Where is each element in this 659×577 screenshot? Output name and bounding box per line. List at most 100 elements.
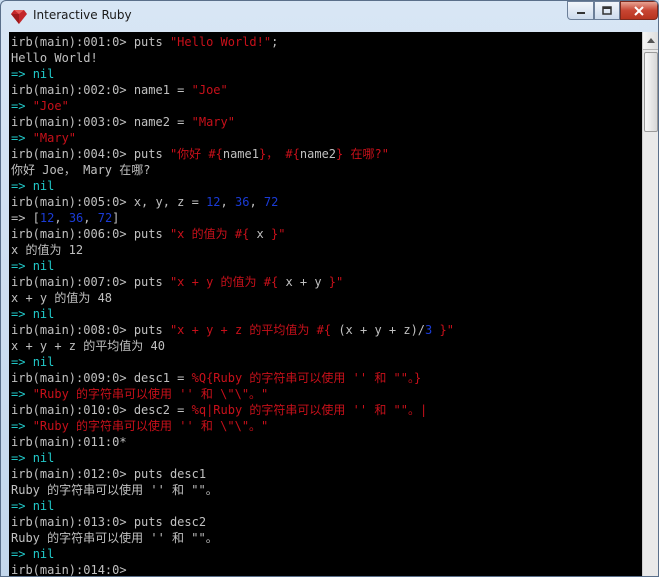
console-text: irb(main):008:0> puts: [11, 323, 170, 337]
console-line: x + y 的值为 48: [11, 290, 454, 306]
console-text: ;: [271, 35, 279, 49]
console-text: Hello World!: [11, 51, 98, 65]
console-line: => "Ruby 的字符串可以使用 '' 和 \"\"。": [11, 386, 454, 402]
console-line: => [12, 36, 72]: [11, 210, 454, 226]
console-text: 12: [39, 211, 55, 225]
console-text: 12: [206, 195, 221, 209]
console-text: 36: [68, 211, 84, 225]
console-line: Ruby 的字符串可以使用 '' 和 ""。: [11, 530, 454, 546]
console-line: irb(main):006:0> puts "x 的值为 #{ x }": [11, 226, 454, 242]
console-text: }": [432, 323, 454, 337]
console-text: =>: [11, 499, 33, 513]
console-line: => "Ruby 的字符串可以使用 '' 和 \"\"。": [11, 418, 454, 434]
console-text: "x + y 的值为 #{: [169, 275, 286, 289]
irb-window: Interactive Ruby irb(main):001:0> puts "…: [0, 0, 659, 577]
console-line: => nil: [11, 354, 454, 370]
console-text: ,: [249, 195, 264, 209]
console-text: name2: [299, 147, 337, 161]
console-text: =>: [11, 99, 33, 113]
console-lines: irb(main):001:0> puts "Hello World!"; Hel…: [11, 34, 454, 576]
console-text: %q|Ruby 的字符串可以使用 '' 和 ""。|: [191, 403, 428, 417]
console-text: "Ruby 的字符串可以使用 '' 和 \"\"。": [32, 419, 269, 433]
title-bar[interactable]: Interactive Ruby: [1, 1, 658, 31]
console-text: =>: [11, 547, 33, 561]
console-text: =>: [11, 307, 33, 321]
console-text: irb(main):001:0> puts: [11, 35, 170, 49]
console-text: =>: [11, 419, 33, 433]
console-text: name1: [222, 147, 259, 161]
console-text: }": [321, 275, 344, 289]
console-text: irb(main):010:0> desc2 =: [11, 403, 192, 417]
console-text: x + y: [285, 275, 322, 289]
close-button[interactable]: [620, 1, 658, 20]
console-line: irb(main):012:0> puts desc1: [11, 466, 454, 482]
minimize-button[interactable]: [567, 1, 594, 20]
console-text: =>: [11, 259, 33, 273]
console-line: => nil: [11, 498, 454, 514]
console-line: irb(main):011:0*: [11, 434, 454, 450]
console-text: "Mary": [191, 115, 235, 129]
console-text: "Hello World!": [169, 35, 272, 49]
vertical-scrollbar[interactable]: [642, 32, 658, 576]
console-text: %Q{Ruby 的字符串可以使用 '' 和 ""。}: [191, 371, 422, 385]
console-text: nil: [32, 259, 55, 273]
console-text: ,: [54, 211, 69, 225]
console-line: irb(main):004:0> puts "你好 #{name1}， #{na…: [11, 146, 454, 162]
console-line: => nil: [11, 306, 454, 322]
console-line: irb(main):002:0> name1 = "Joe": [11, 82, 454, 98]
console-text: irb(main):005:0> x, y, z =: [11, 195, 207, 209]
console-text: nil: [32, 67, 55, 81]
console-text: "Mary": [32, 131, 77, 145]
console-text: Ruby 的字符串可以使用 '' 和 ""。: [11, 531, 218, 545]
console-text: Ruby 的字符串可以使用 '' 和 ""。: [11, 483, 218, 497]
console-line: => nil: [11, 450, 454, 466]
console-line: => nil: [11, 178, 454, 194]
minimize-icon: [576, 11, 585, 14]
console-text: "x 的值为 #{: [169, 227, 257, 241]
console-text: =>: [11, 451, 33, 465]
console-text: (x + y + z)/: [338, 323, 426, 337]
console-text: "Joe": [191, 83, 228, 97]
console-text: nil: [32, 307, 55, 321]
console-line: 你好 Joe， Mary 在哪?: [11, 162, 454, 178]
console-text: irb(main):004:0> puts: [11, 147, 170, 161]
console-text: 72: [263, 195, 279, 209]
console-text: irb(main):011:0*: [11, 435, 127, 449]
console-line: irb(main):010:0> desc2 = %q|Ruby 的字符串可以使…: [11, 402, 454, 418]
maximize-button[interactable]: [594, 1, 620, 20]
console-line: Hello World!: [11, 50, 454, 66]
console-text: nil: [32, 547, 55, 561]
console-text: irb(main):012:0> puts desc1: [11, 467, 207, 481]
console-line: irb(main):007:0> puts "x + y 的值为 #{ x + …: [11, 274, 454, 290]
console-text: irb(main):007:0> puts: [11, 275, 170, 289]
console-line: => nil: [11, 546, 454, 562]
console-text: nil: [32, 451, 55, 465]
console-text: "Ruby 的字符串可以使用 '' 和 \"\"。": [32, 387, 269, 401]
scrollbar-thumb[interactable]: [644, 52, 658, 132]
console-text: =>: [11, 131, 33, 145]
scroll-up-button[interactable]: [643, 32, 658, 50]
console-text: ,: [220, 195, 235, 209]
console-line: => "Mary": [11, 130, 454, 146]
console-line: irb(main):003:0> name2 = "Mary": [11, 114, 454, 130]
console-text: =>: [11, 179, 33, 193]
console-text: nil: [32, 179, 55, 193]
console-text: "Joe": [32, 99, 69, 113]
console-line: => nil: [11, 66, 454, 82]
console-text: x: [256, 227, 264, 241]
console-output[interactable]: irb(main):001:0> puts "Hello World!"; Hel…: [9, 32, 642, 576]
console-text: nil: [32, 499, 55, 513]
arrow-up-icon: [647, 38, 655, 43]
console-line: => nil: [11, 258, 454, 274]
console-line: x 的值为 12: [11, 242, 454, 258]
console-line: x + y + z 的平均值为 40: [11, 338, 454, 354]
console-text: irb(main):002:0> name1 =: [11, 83, 192, 97]
window-title: Interactive Ruby: [33, 8, 132, 22]
console-line: Ruby 的字符串可以使用 '' 和 ""。: [11, 482, 454, 498]
console-line: irb(main):009:0> desc1 = %Q{Ruby 的字符串可以使…: [11, 370, 454, 386]
console-text: x + y 的值为 48: [11, 291, 113, 305]
console-text: "你好 #{: [169, 147, 223, 161]
console-line: irb(main):014:0>: [11, 562, 454, 576]
console-text: "x + y + z 的平均值为 #{: [169, 323, 339, 337]
console-text: x 的值为 12: [11, 243, 84, 257]
